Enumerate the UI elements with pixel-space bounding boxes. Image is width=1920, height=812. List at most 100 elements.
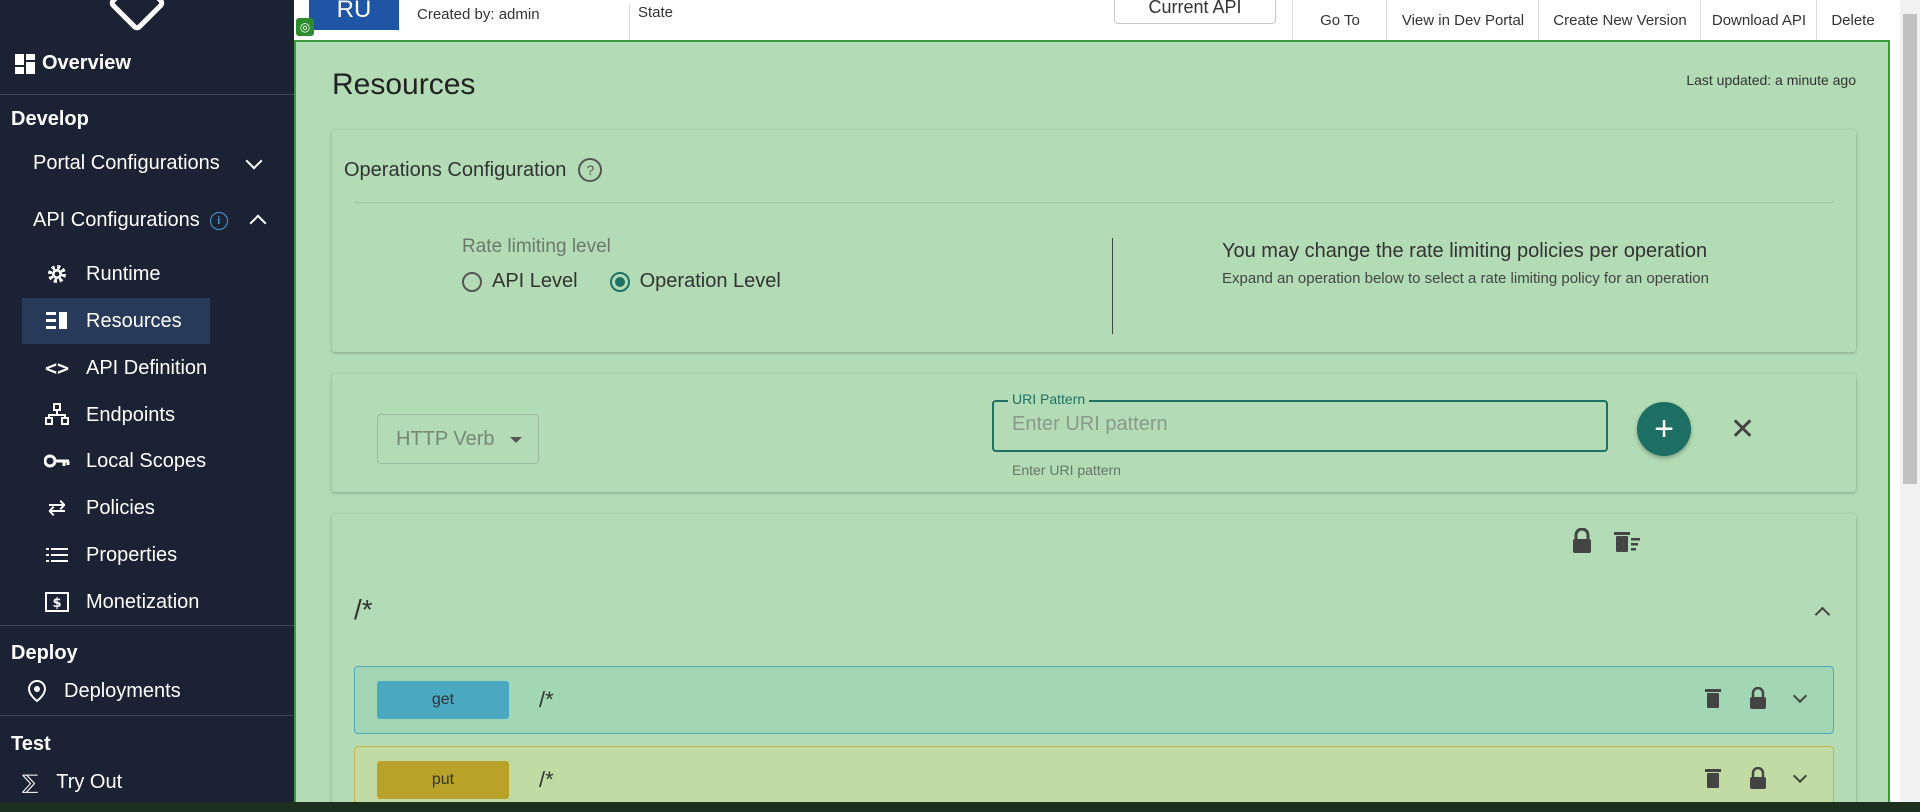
state-label: State xyxy=(629,4,673,40)
view-in-dev-portal-button[interactable]: View in Dev Portal xyxy=(1386,0,1539,40)
resources-panel: Resources Last updated: a minute ago Ope… xyxy=(294,40,1890,812)
delete-api-button[interactable]: Delete xyxy=(1816,0,1889,40)
scrollbar[interactable] xyxy=(1900,0,1920,812)
operations-config-label: Operations Configuration xyxy=(344,158,567,181)
rate-limiting-radio-group: API Level Operation Level xyxy=(462,270,781,293)
sidebar-item-try-out[interactable]: ⅀ Try Out xyxy=(22,770,122,795)
last-updated-text: Last updated: a minute ago xyxy=(1686,72,1856,88)
go-to-button[interactable]: Go To xyxy=(1292,0,1387,40)
trash-icon[interactable] xyxy=(1705,688,1721,708)
sidebar-item-portal-configurations[interactable]: Portal Configurations xyxy=(33,152,263,175)
sidebar-item-label: Deployments xyxy=(64,679,181,702)
section-test: Test xyxy=(11,733,51,755)
sidebar-item-label: Endpoints xyxy=(86,403,175,426)
sidebar-overview-label: Overview xyxy=(42,52,131,74)
sidebar-item-api-configurations[interactable]: API Configurations i xyxy=(33,209,267,232)
target-icon: ◎ xyxy=(296,18,314,36)
vertical-divider xyxy=(1112,238,1113,334)
sidebar-item-properties[interactable]: Properties xyxy=(22,532,210,578)
close-icon[interactable]: ✕ xyxy=(1730,412,1755,447)
divider xyxy=(0,625,294,626)
operation-actions xyxy=(1705,767,1808,789)
logo-icon[interactable] xyxy=(107,0,167,33)
lock-icon[interactable] xyxy=(1570,528,1594,554)
api-level-label[interactable]: API Level xyxy=(492,270,578,293)
uri-pattern-helper-text: Enter URI pattern xyxy=(1012,462,1121,478)
rate-limit-message: You may change the rate limiting policie… xyxy=(1222,240,1708,262)
rate-limiting-label: Rate limiting level xyxy=(462,236,611,257)
chevron-up-icon xyxy=(249,214,267,232)
divider xyxy=(354,202,1834,203)
sidebar-item-label: Runtime xyxy=(86,262,161,285)
sidebar-item-runtime[interactable]: Runtime xyxy=(22,251,210,297)
operation-actions xyxy=(1705,687,1808,709)
chevron-down-icon[interactable] xyxy=(1792,688,1808,703)
current-api-button[interactable]: Current API xyxy=(1114,0,1276,24)
dropdown-caret-icon xyxy=(510,437,522,443)
plus-icon: + xyxy=(1654,409,1674,448)
sidebar-item-label: Resources xyxy=(86,309,182,332)
add-resource-button[interactable]: + xyxy=(1637,402,1691,456)
sidebar-item-label: Properties xyxy=(86,543,178,566)
api-level-radio[interactable] xyxy=(462,271,482,292)
chevron-up-icon[interactable] xyxy=(1814,606,1831,623)
sidebar-item-overview[interactable]: Overview xyxy=(14,52,131,75)
sigma-icon: ⅀ xyxy=(22,772,39,794)
divider xyxy=(0,715,294,716)
create-new-version-button[interactable]: Create New Version xyxy=(1538,0,1701,40)
download-api-button[interactable]: Download API xyxy=(1700,0,1817,40)
chevron-down-icon[interactable] xyxy=(1792,768,1808,783)
sidebar-item-label: Policies xyxy=(86,496,155,519)
section-develop: Develop xyxy=(11,108,89,130)
sidebar-item-api-definition[interactable]: <> API Definition xyxy=(22,345,210,391)
scrollbar-thumb[interactable] xyxy=(1903,14,1917,484)
list-icon xyxy=(44,547,70,563)
operation-level-label[interactable]: Operation Level xyxy=(640,270,781,293)
sidebar-item-monetization[interactable]: $ Monetization xyxy=(22,579,210,625)
sidebar-item-resources[interactable]: Resources xyxy=(22,298,210,344)
operation-level-radio[interactable] xyxy=(609,271,630,292)
trash-icon[interactable] xyxy=(1705,768,1721,788)
resources-icon xyxy=(44,311,70,331)
sidebar-item-label: API Definition xyxy=(86,356,208,379)
created-by-text: Created by: admin xyxy=(417,6,540,23)
sidebar-item-label: Try Out xyxy=(56,771,123,793)
uri-pattern-field[interactable]: URI Pattern xyxy=(992,391,1608,452)
money-icon: $ xyxy=(44,592,70,612)
logo-area xyxy=(0,0,294,44)
dashboard-icon xyxy=(15,53,35,74)
resource-path-title[interactable]: /* xyxy=(354,594,373,626)
sidebar-item-label: Local Scopes xyxy=(86,449,207,472)
info-icon[interactable]: i xyxy=(209,211,228,230)
operation-row-get[interactable]: get /* xyxy=(354,666,1834,734)
uri-pattern-input[interactable] xyxy=(1010,412,1574,437)
help-icon[interactable]: ? xyxy=(578,158,603,182)
verb-badge-get: get xyxy=(377,681,509,719)
top-bar: RU Created by: admin State Current API G… xyxy=(294,0,1900,40)
sidebar-item-label: API Configurations xyxy=(33,209,200,231)
delete-sweep-icon[interactable] xyxy=(1614,530,1642,554)
http-verb-select[interactable]: HTTP Verb xyxy=(377,414,539,464)
sidebar-item-deployments[interactable]: Deployments xyxy=(26,679,181,703)
http-verb-placeholder: HTTP Verb xyxy=(396,427,495,450)
swap-icon: ⇄ xyxy=(47,495,67,520)
operation-path: /* xyxy=(539,687,554,712)
location-icon xyxy=(27,679,47,703)
page-title: Resources xyxy=(332,68,476,101)
sidebar-item-policies[interactable]: ⇄ Policies xyxy=(22,485,210,531)
sidebar-item-endpoints[interactable]: Endpoints xyxy=(22,392,210,438)
resource-group-card: /* get /* put /* xyxy=(332,514,1856,810)
taskbar-strip xyxy=(0,802,1920,812)
operations-config-title: Operations Configuration ? xyxy=(344,158,603,182)
lock-icon[interactable] xyxy=(1749,767,1767,789)
api-avatar: RU xyxy=(309,0,399,30)
verb-badge-put: put xyxy=(377,761,509,799)
sidebar-item-local-scopes[interactable]: Local Scopes xyxy=(22,438,210,484)
sidebar: Overview Develop Portal Configurations A… xyxy=(0,0,294,812)
chevron-down-icon xyxy=(245,152,263,170)
endpoints-icon xyxy=(44,403,70,427)
operation-path: /* xyxy=(539,767,554,792)
uri-pattern-label: URI Pattern xyxy=(1008,391,1090,407)
rate-limit-submessage: Expand an operation below to select a ra… xyxy=(1222,270,1709,287)
lock-icon[interactable] xyxy=(1749,687,1767,709)
